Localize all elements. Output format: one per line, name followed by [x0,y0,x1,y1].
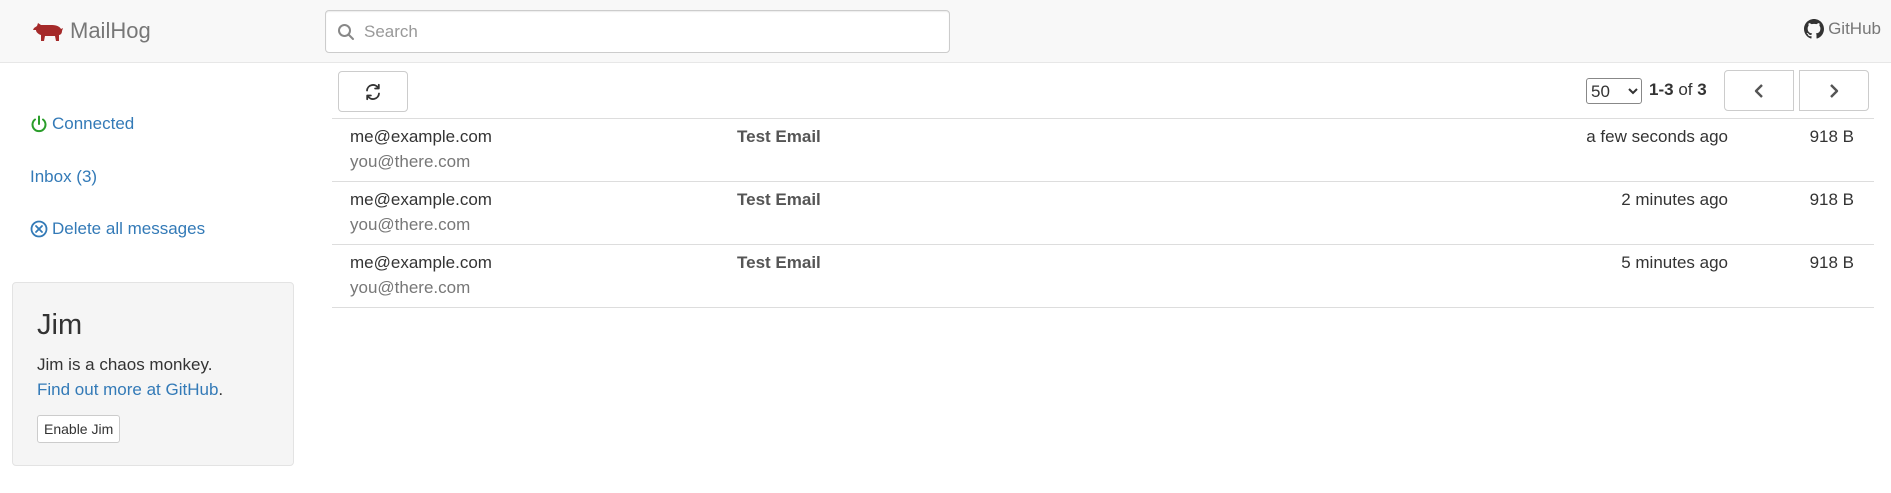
message-from: me@example.com [350,127,492,146]
message-list: me@example.com you@there.com Test Email … [332,118,1874,308]
message-size: 918 B [1809,253,1854,272]
pig-logo-icon [33,23,63,41]
message-from: me@example.com [350,253,492,272]
next-page-button[interactable] [1799,70,1869,111]
inbox-link[interactable]: Inbox (3) [30,167,97,187]
refresh-icon [366,83,380,100]
jim-more-text: Find out more at GitHub. [37,380,223,400]
message-size: 918 B [1809,127,1854,146]
message-row[interactable]: me@example.com you@there.com Test Email … [332,182,1874,245]
message-row[interactable]: me@example.com you@there.com Test Email … [332,245,1874,308]
message-size: 918 B [1809,190,1854,209]
power-icon [31,115,47,133]
message-to: you@there.com [350,215,471,234]
message-subject: Test Email [737,253,821,272]
refresh-button[interactable] [338,71,408,112]
prev-page-button[interactable] [1724,70,1794,111]
enable-jim-button[interactable]: Enable Jim [37,415,121,443]
jim-description: Jim is a chaos monkey. [37,355,213,374]
brand-link[interactable]: MailHog [32,16,151,46]
message-subject: Test Email [737,190,821,209]
page-range: 1-3 [1649,80,1674,99]
search-box[interactable] [325,10,950,53]
inbox-label: Inbox (3) [30,167,98,186]
sidebar: Connected Inbox (3) Delete all messages … [0,64,305,493]
search-input[interactable] [364,11,944,52]
message-row[interactable]: me@example.com you@there.com Test Email … [332,119,1874,182]
per-page-select[interactable]: 102050100250 [1586,78,1642,104]
brand-name: MailHog [70,18,151,43]
jim-github-link[interactable]: Find out more at GitHub [37,380,218,399]
github-label: GitHub [1828,19,1881,38]
delete-all-label: Delete all messages [52,219,206,238]
message-from: me@example.com [350,190,492,209]
connected-status[interactable]: Connected [30,114,134,134]
jim-panel: Jim Jim is a chaos monkey. Find out more… [12,282,294,466]
message-time: 2 minutes ago [1621,190,1728,209]
page-total: 3 [1697,80,1707,99]
message-time: 5 minutes ago [1621,253,1728,272]
message-to: you@there.com [350,152,471,171]
delete-all-link[interactable]: Delete all messages [30,219,205,239]
github-link[interactable]: GitHub [1804,19,1881,39]
navbar: MailHog GitHub [0,0,1891,63]
chevron-right-icon [1830,83,1839,98]
message-time: a few seconds ago [1586,127,1728,146]
connected-label: Connected [52,114,135,133]
message-subject: Test Email [737,127,821,146]
page-of-label: of [1678,80,1693,99]
search-icon [338,24,354,40]
page-info: 1-3 of 3 [1649,80,1707,100]
chevron-left-icon [1754,83,1763,98]
circle-x-icon [30,220,48,238]
github-icon [1804,19,1825,39]
jim-title: Jim [37,309,83,341]
message-to: you@there.com [350,278,471,297]
jim-more-suffix: . [218,380,224,399]
